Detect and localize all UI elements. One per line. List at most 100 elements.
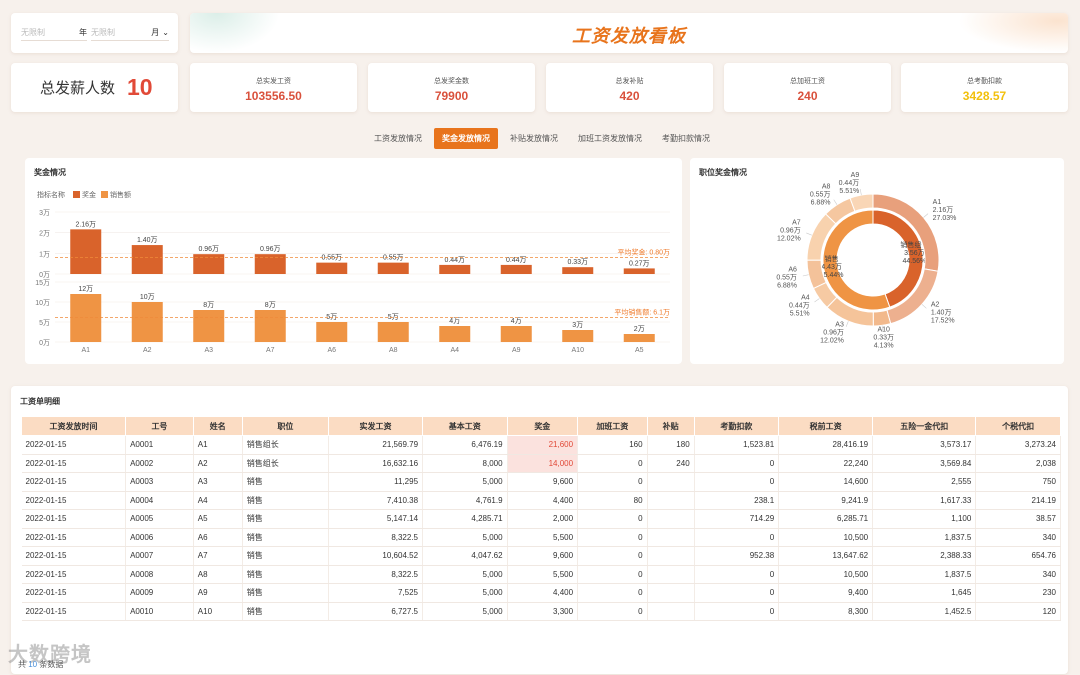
date-filter: 无限制 年 无限制 月 ⌄ [11,13,178,53]
bar[interactable] [562,330,594,342]
bar[interactable] [500,326,532,342]
tab-overtime[interactable]: 加班工资发放情况 [570,128,650,149]
bar[interactable] [439,264,471,274]
outer-slice-label: 1.40万 [931,308,952,316]
table-cell: 0 [577,565,648,584]
table-cell: 5,500 [507,528,579,547]
table-row[interactable]: 2022-01-15 A0002 A2 销售组长 16,632.16 8,000 14,00… [21,454,1061,473]
tab-bar: 工资发放情况 奖金发放情况 补贴发放情况 加班工资发放情况 考勤扣款情况 [366,128,718,149]
table-cell: 销售 [242,583,330,603]
y-tick-label: 15万 [35,279,50,287]
bonus-chart-panel: 奖金情况 指标名称 奖金 销售额 3万 2万 1万 0万 2.16万 1.40万 0.96万 0.9… [25,158,682,364]
column-header[interactable]: 工资发放时间 [20,416,127,436]
table-cell: 6,476.19 [422,435,508,455]
table-cell: A7 [193,546,243,566]
table-cell [647,565,695,584]
bar[interactable] [623,268,655,274]
bar[interactable] [131,302,163,342]
table-row[interactable]: 2022-01-15 A0008 A8 销售 8,322.5 5,000 5,500 0 0 10… [21,565,1061,584]
table-row[interactable]: 2022-01-15 A0004 A4 销售 7,410.38 4,761.9 4,400 8… [21,491,1061,510]
table-row[interactable]: 2022-01-15 A0005 A5 销售 5,147.14 4,285.71 2,000… [21,509,1061,529]
table-row[interactable]: 2022-01-15 A0010 A10 销售 6,727.5 5,000 3,300 0 0 8… [21,602,1061,621]
bar-value-label: 8万 [203,301,214,309]
column-header[interactable]: 姓名 [192,416,243,436]
bar[interactable] [131,245,163,274]
table-cell: 2022-01-15 [21,546,127,566]
leader-line [859,189,862,196]
bar-value-label: 1.40万 [137,236,158,244]
bar[interactable] [623,334,655,342]
x-tick-label: A7 [266,347,275,354]
x-tick-label: A5 [635,347,644,354]
table-cell [647,583,695,603]
kpi-card: 总发奖金数 79900 [368,63,535,112]
bar-value-label: 0.27万 [629,259,650,267]
table-row[interactable]: 2022-01-15 A0003 A3 销售 11,295 5,000 9,600 0 0 14,… [21,472,1061,492]
x-tick-label: A1 [81,347,90,354]
bar[interactable] [316,262,348,274]
tab-bonus[interactable]: 奖金发放情况 [434,128,498,149]
tab-allowance[interactable]: 补贴发放情况 [502,128,566,149]
table-row[interactable]: 2022-01-15 A0001 A1 销售组长 21,569.79 6,476.19 21… [21,435,1061,455]
bar[interactable] [70,229,102,274]
table-cell: 10,500 [778,565,874,584]
bar-value-label: 0.96万 [260,245,281,253]
table-cell: 4,285.71 [422,509,508,529]
column-header[interactable]: 工号 [125,416,194,436]
column-header[interactable]: 加班工资 [577,416,648,436]
record-count: 共 10 条数据 [18,660,64,669]
title-banner: 工资发放看板 [190,13,1068,53]
bar[interactable] [316,322,348,342]
table-cell: 2,000 [507,509,579,529]
table-cell: 0 [577,454,648,473]
table-cell: 5,147.14 [328,509,424,529]
y-tick-label: 0万 [39,339,50,347]
table-cell: 80 [577,491,648,510]
table-cell: A0002 [125,454,194,473]
table-cell: 销售 [242,472,330,492]
bar[interactable] [377,262,409,274]
bar[interactable] [562,267,594,274]
donut-slice[interactable] [872,309,892,327]
table-cell: 28,416.19 [778,435,874,455]
bar[interactable] [193,310,225,342]
month-select[interactable]: 无限制 月 ⌄ [91,25,169,41]
tab-salary[interactable]: 工资发放情况 [366,128,430,149]
table-cell: 4,047.62 [422,546,508,566]
table-cell: A0010 [125,602,194,621]
year-select[interactable]: 无限制 年 [21,25,87,41]
table-cell: 5,000 [422,472,508,492]
bar[interactable] [254,310,286,342]
column-header[interactable]: 补贴 [646,416,695,436]
column-header[interactable]: 职位 [241,416,330,436]
column-header[interactable]: 奖金 [506,416,579,436]
column-header[interactable]: 基本工资 [422,416,508,436]
table-row[interactable]: 2022-01-15 A0009 A9 销售 7,525 5,000 4,400 0 0 9,40… [21,583,1061,603]
table-cell: 2,038 [975,454,1061,473]
outer-slice-label: A9 [851,172,860,179]
bar[interactable] [500,264,532,274]
table-cell: 6,727.5 [328,602,424,621]
outer-slice-label: 0.33万 [873,333,894,341]
table-cell: 1,452.5 [872,602,977,621]
bar[interactable] [377,322,409,342]
table-cell: A1 [193,435,243,455]
donut-slice[interactable] [849,193,874,212]
table-row[interactable]: 2022-01-15 A0007 A7 销售 10,604.52 4,047.62 9,60… [21,546,1061,566]
column-header[interactable]: 个税代扣 [975,416,1061,436]
table-cell: 714.29 [694,509,780,529]
bar[interactable] [439,326,471,342]
y-tick-label: 0万 [39,271,50,279]
column-header[interactable]: 考勤扣款 [693,416,780,436]
column-header[interactable]: 五险一金代扣 [872,416,977,436]
column-header[interactable]: 税前工资 [778,416,874,436]
tab-attendance[interactable]: 考勤扣款情况 [654,128,718,149]
table-cell: 340 [975,528,1061,547]
table-row[interactable]: 2022-01-15 A0006 A6 销售 8,322.5 5,000 5,500 0 0 10… [21,528,1061,547]
table-cell: 7,410.38 [328,491,424,510]
column-header[interactable]: 实发工资 [328,416,424,436]
table-cell: 1,837.5 [872,528,977,547]
table-cell: 9,400 [778,583,874,603]
y-tick-label: 1万 [39,250,50,258]
outer-slice-label: 0.96万 [780,227,801,235]
